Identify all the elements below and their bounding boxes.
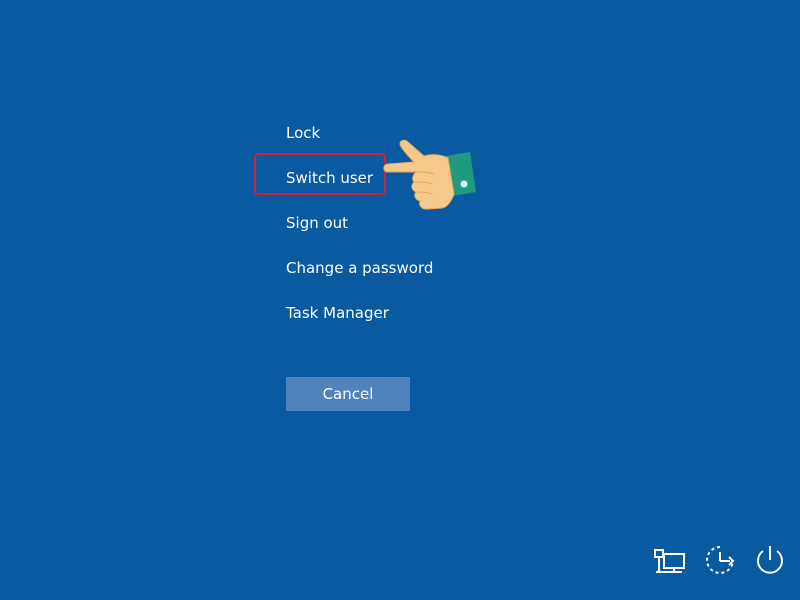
- menu-item-sign-out[interactable]: Sign out: [286, 211, 348, 235]
- pointing-hand-icon: [383, 139, 476, 210]
- menu-item-task-manager[interactable]: Task Manager: [286, 301, 389, 325]
- ease-of-access-icon[interactable]: [702, 542, 738, 578]
- switch-user-highlight: [254, 153, 386, 195]
- power-icon[interactable]: [752, 542, 788, 578]
- network-icon[interactable]: [652, 542, 688, 578]
- menu-item-change-password[interactable]: Change a password: [286, 256, 433, 280]
- cancel-button[interactable]: Cancel: [286, 377, 410, 411]
- menu-item-lock[interactable]: Lock: [286, 121, 320, 145]
